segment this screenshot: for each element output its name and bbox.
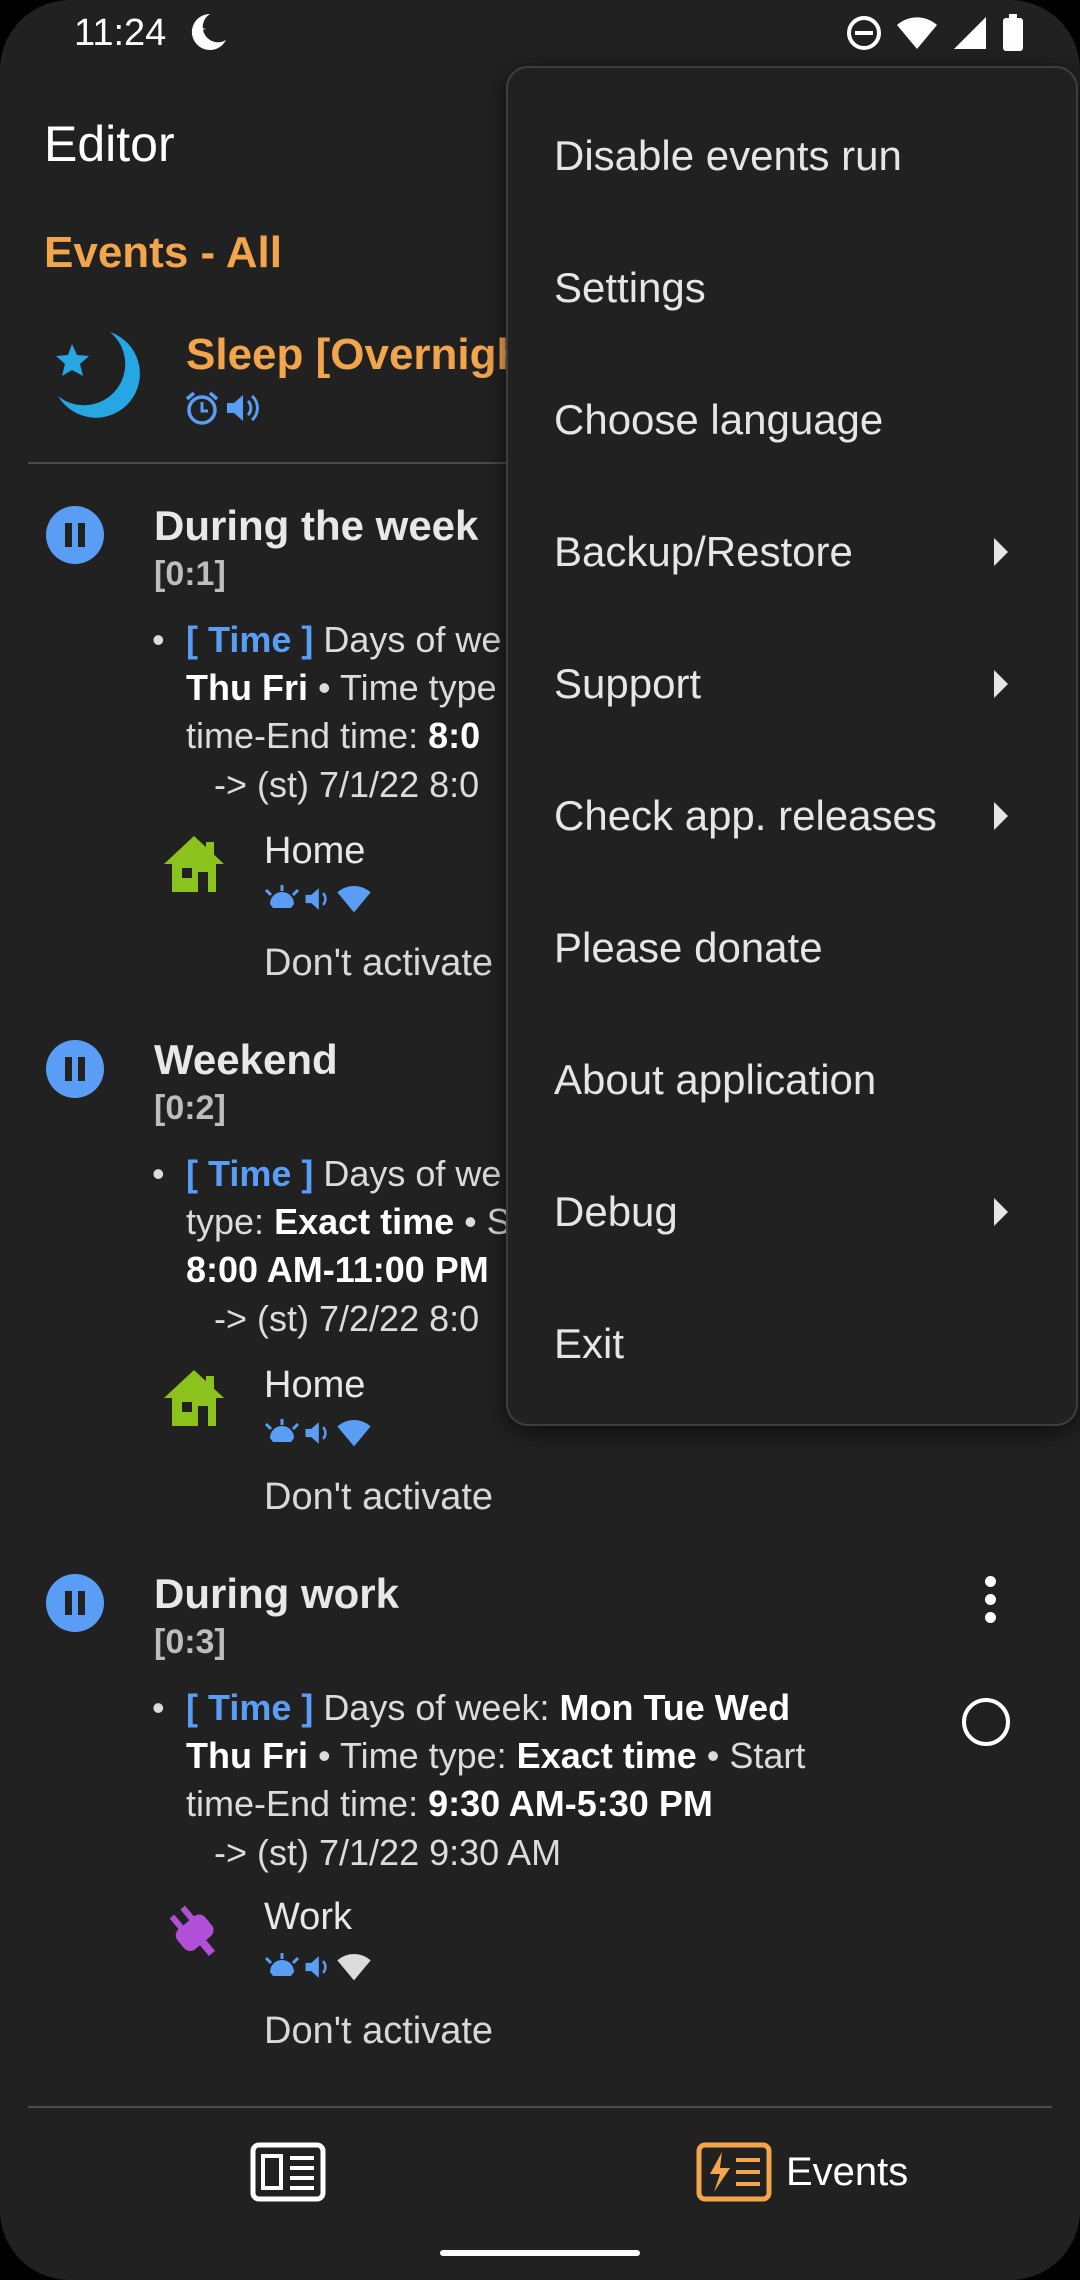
event-schedule: -> (st) 7/1/22 8:0 bbox=[214, 764, 480, 805]
profile-mini-icons bbox=[264, 884, 372, 914]
house-icon bbox=[162, 834, 226, 899]
event-profile-name: Work bbox=[264, 1896, 352, 1938]
overflow-menu: Disable events run Settings Choose langu… bbox=[506, 66, 1078, 1426]
vibrate-icon bbox=[264, 1953, 300, 1976]
menu-item-debug[interactable]: Debug bbox=[508, 1144, 1076, 1276]
plug-icon bbox=[162, 1900, 226, 1969]
nav-editor-button[interactable] bbox=[250, 2142, 326, 2207]
nav-events-label: Events bbox=[786, 2149, 909, 2194]
event-number: [0:1] bbox=[154, 555, 226, 593]
active-profile-icons bbox=[184, 390, 260, 426]
menu-item-settings[interactable]: Settings bbox=[508, 220, 1076, 352]
active-profile-name: Sleep [Overnight bbox=[186, 330, 539, 379]
menu-item-backup-restore[interactable]: Backup/Restore bbox=[508, 484, 1076, 616]
pause-icon[interactable] bbox=[46, 1574, 104, 1632]
status-bar: 11:24 bbox=[0, 0, 1080, 66]
pause-icon[interactable] bbox=[46, 506, 104, 564]
editor-icon bbox=[250, 2142, 326, 2202]
event-profile-name: Home bbox=[264, 830, 366, 872]
submenu-arrow-icon bbox=[994, 670, 1008, 698]
moon-icon bbox=[190, 10, 230, 59]
event-name: During work bbox=[154, 1570, 400, 1617]
event-status: Don't activate bbox=[264, 942, 494, 984]
wifi-icon bbox=[337, 885, 371, 913]
submenu-arrow-icon bbox=[994, 1198, 1008, 1226]
signal-icon bbox=[954, 17, 986, 49]
battery-icon bbox=[1003, 14, 1023, 51]
event-status: Don't activate bbox=[264, 1476, 494, 1518]
do-not-disturb-icon bbox=[847, 16, 881, 50]
house-icon bbox=[162, 1368, 226, 1433]
event-profile-name: Home bbox=[264, 1364, 366, 1406]
vibrate-icon bbox=[264, 1419, 300, 1442]
event-schedule: -> (st) 7/2/22 8:0 bbox=[214, 1298, 480, 1339]
event-name: During the week bbox=[154, 502, 479, 549]
nav-events-button[interactable]: Events bbox=[696, 2142, 908, 2202]
menu-item-check-releases[interactable]: Check app. releases bbox=[508, 748, 1076, 880]
menu-item-exit[interactable]: Exit bbox=[508, 1276, 1076, 1408]
event-status: Don't activate bbox=[264, 2010, 494, 2052]
event-schedule: -> (st) 7/1/22 9:30 AM bbox=[214, 1832, 562, 1873]
screen: 11:24 Editor Events - All Sleep [Overnig… bbox=[0, 0, 1080, 2280]
menu-item-about[interactable]: About application bbox=[508, 1012, 1076, 1144]
event-number: [0:2] bbox=[154, 1089, 226, 1127]
profile-mini-icons bbox=[264, 1418, 372, 1448]
alarm-icon bbox=[185, 391, 219, 425]
gesture-bar[interactable] bbox=[440, 2250, 640, 2256]
wifi-icon bbox=[897, 17, 937, 49]
menu-item-disable-events[interactable]: Disable events run bbox=[508, 88, 1076, 220]
submenu-arrow-icon bbox=[994, 538, 1008, 566]
menu-item-support[interactable]: Support bbox=[508, 616, 1076, 748]
radio-icon[interactable] bbox=[962, 1698, 1010, 1746]
event-number: [0:3] bbox=[154, 1623, 226, 1661]
more-vert-icon[interactable] bbox=[970, 1570, 1010, 1630]
status-time: 11:24 bbox=[74, 12, 167, 54]
volume-icon bbox=[305, 1956, 327, 1978]
event-description: • [ Time ] Days of week: Mon Tue Wed Thu… bbox=[152, 1687, 806, 1824]
status-icons bbox=[846, 14, 1024, 52]
event-name: Weekend bbox=[154, 1036, 338, 1083]
profile-mini-icons bbox=[264, 1952, 372, 1982]
wifi-icon bbox=[337, 1419, 371, 1447]
pause-icon[interactable] bbox=[46, 1040, 104, 1098]
vibrate-icon bbox=[264, 885, 300, 908]
menu-item-choose-language[interactable]: Choose language bbox=[508, 352, 1076, 484]
section-title: Events - All bbox=[44, 228, 282, 277]
app-title: Editor bbox=[44, 116, 175, 172]
menu-item-donate[interactable]: Please donate bbox=[508, 880, 1076, 1012]
volume-icon bbox=[305, 888, 327, 910]
volume-icon bbox=[227, 394, 259, 422]
sleep-profile-icon bbox=[50, 326, 150, 431]
events-icon bbox=[696, 2142, 772, 2202]
volume-icon bbox=[305, 1422, 327, 1444]
wifi-icon bbox=[337, 1953, 371, 1981]
submenu-arrow-icon bbox=[994, 802, 1008, 830]
